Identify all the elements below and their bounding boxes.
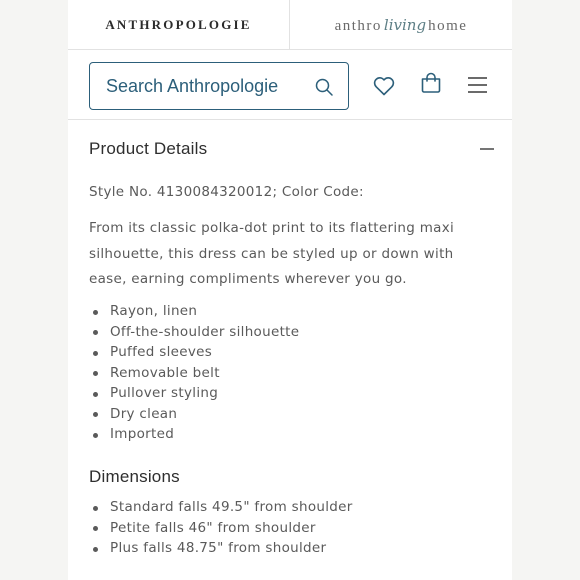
list-item: Rayon, linen — [89, 301, 489, 322]
anthropologie-logo: ANTHROPOLOGIE — [105, 17, 252, 32]
list-item: Plus falls 48.75" from shoulder — [89, 538, 489, 559]
heart-icon[interactable] — [372, 74, 396, 98]
search-input[interactable]: Search Anthropologie — [89, 62, 349, 110]
search-icon[interactable] — [314, 77, 334, 97]
anthropologie-logo-link[interactable]: ANTHROPOLOGIE — [68, 0, 290, 50]
anthro-living-home-logo: anthro living home — [335, 16, 468, 35]
logo-home-prefix: anthro — [334, 17, 382, 34]
hamburger-menu-icon[interactable] — [466, 73, 490, 97]
list-item: Removable belt — [89, 363, 489, 384]
list-item: Pullover styling — [89, 383, 489, 404]
page: ANTHROPOLOGIE anthro living home Search … — [68, 0, 512, 580]
list-item: Petite falls 46" from shoulder — [89, 518, 489, 539]
product-details-heading[interactable]: Product Details — [89, 139, 207, 159]
list-item: Imported — [89, 424, 489, 445]
search-row: Search Anthropologie — [68, 51, 512, 120]
dimensions-heading: Dimensions — [89, 467, 180, 486]
list-item: Off-the-shoulder silhouette — [89, 322, 489, 343]
style-number: Style No. 4130084320012; Color Code: — [89, 184, 364, 200]
logo-home-script: living — [383, 15, 427, 34]
product-description: From its classic polka-dot print to its … — [89, 220, 455, 287]
anthro-living-home-logo-link[interactable]: anthro living home — [290, 0, 512, 50]
product-features-list: Rayon, linen Off-the-shoulder silhouette… — [89, 301, 489, 445]
search-placeholder: Search Anthropologie — [106, 75, 279, 96]
dimensions-list: Standard falls 49.5" from shoulder Petit… — [89, 497, 489, 559]
list-item: Standard falls 49.5" from shoulder — [89, 497, 489, 518]
minus-icon[interactable] — [480, 148, 494, 150]
list-item: Dry clean — [89, 404, 489, 425]
brand-bar: ANTHROPOLOGIE anthro living home — [68, 0, 512, 50]
logo-home-suffix: home — [428, 17, 468, 34]
shopping-bag-icon[interactable] — [419, 71, 443, 95]
list-item: Puffed sleeves — [89, 342, 489, 363]
